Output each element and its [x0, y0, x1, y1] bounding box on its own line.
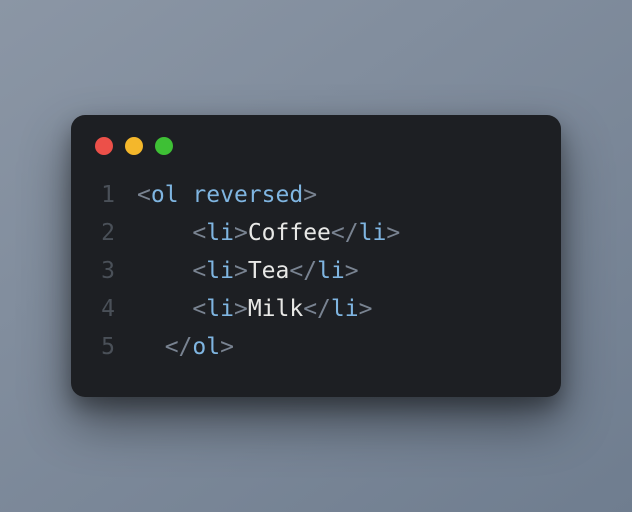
code-punct: <: [137, 177, 151, 215]
code-punct: >: [220, 329, 234, 367]
code-punct: >: [234, 253, 248, 291]
code-tag: li: [206, 253, 234, 291]
code-tag: li: [359, 215, 387, 253]
minimize-icon[interactable]: [125, 137, 143, 155]
code-punct: </: [331, 215, 359, 253]
code-line: 2 <li>Coffee</li>: [95, 215, 537, 253]
code-punct: >: [386, 215, 400, 253]
code-punct: <: [192, 291, 206, 329]
code-punct: <: [192, 215, 206, 253]
code-tag: ol: [151, 177, 179, 215]
code-punct: >: [234, 291, 248, 329]
code-punct: </: [303, 291, 331, 329]
code-punct: >: [359, 291, 373, 329]
line-number: 4: [95, 291, 137, 329]
code-punct: >: [234, 215, 248, 253]
code-indent: [137, 291, 192, 329]
code-indent: [137, 253, 192, 291]
maximize-icon[interactable]: [155, 137, 173, 155]
code-attr: reversed: [192, 177, 303, 215]
code-text: Milk: [248, 291, 303, 329]
code-tag: li: [206, 215, 234, 253]
code-punct: </: [165, 329, 193, 367]
code-tag: li: [317, 253, 345, 291]
code-line: 3 <li>Tea</li>: [95, 253, 537, 291]
close-icon[interactable]: [95, 137, 113, 155]
code-line: 1<ol reversed>: [95, 177, 537, 215]
code-space: [179, 177, 193, 215]
code-punct: </: [289, 253, 317, 291]
code-tag: li: [331, 291, 359, 329]
code-editor: 1<ol reversed> 2 <li>Coffee</li> 3 <li>T…: [71, 163, 561, 397]
line-number: 3: [95, 253, 137, 291]
code-text: Coffee: [248, 215, 331, 253]
code-punct: <: [192, 253, 206, 291]
code-text: Tea: [248, 253, 290, 291]
code-punct: >: [303, 177, 317, 215]
window-titlebar: [71, 115, 561, 163]
line-number: 1: [95, 177, 137, 215]
code-window: 1<ol reversed> 2 <li>Coffee</li> 3 <li>T…: [71, 115, 561, 397]
code-tag: ol: [192, 329, 220, 367]
line-number: 2: [95, 215, 137, 253]
code-tag: li: [206, 291, 234, 329]
code-punct: >: [345, 253, 359, 291]
code-line: 4 <li>Milk</li>: [95, 291, 537, 329]
code-indent: [137, 329, 165, 367]
code-indent: [137, 215, 192, 253]
code-line: 5 </ol>: [95, 329, 537, 367]
line-number: 5: [95, 329, 137, 367]
